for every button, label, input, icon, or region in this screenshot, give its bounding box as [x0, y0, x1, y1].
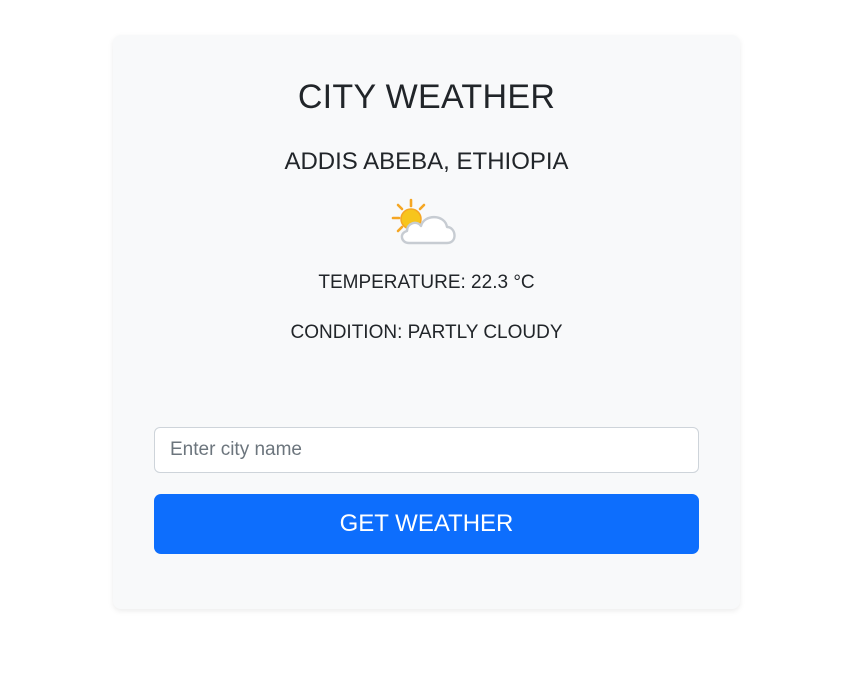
page-title: CITY WEATHER [297, 78, 556, 116]
weather-card: CITY WEATHER ADDIS ABEBA, ETHIOPIA TEMPE… [113, 35, 740, 609]
city-name-input[interactable] [154, 427, 699, 473]
temperature-text: TEMPERATURE: 22.3 °C [318, 272, 535, 293]
get-weather-button[interactable]: GET WEATHER [154, 494, 699, 554]
condition-text: CONDITION: PARTLY CLOUDY [290, 322, 563, 343]
partly-cloudy-icon [389, 195, 461, 251]
location-label: ADDIS ABEBA, ETHIOPIA [284, 148, 569, 175]
